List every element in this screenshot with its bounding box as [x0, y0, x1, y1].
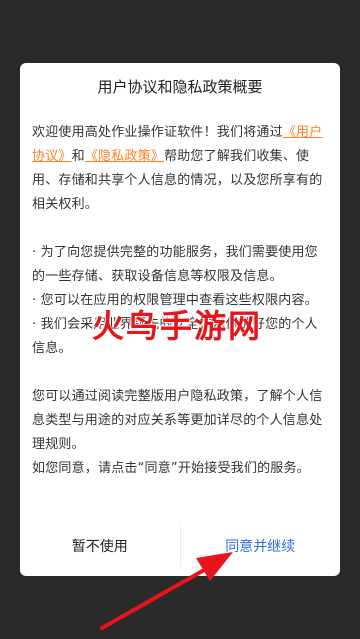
- pointer-arrow-icon: [100, 552, 233, 630]
